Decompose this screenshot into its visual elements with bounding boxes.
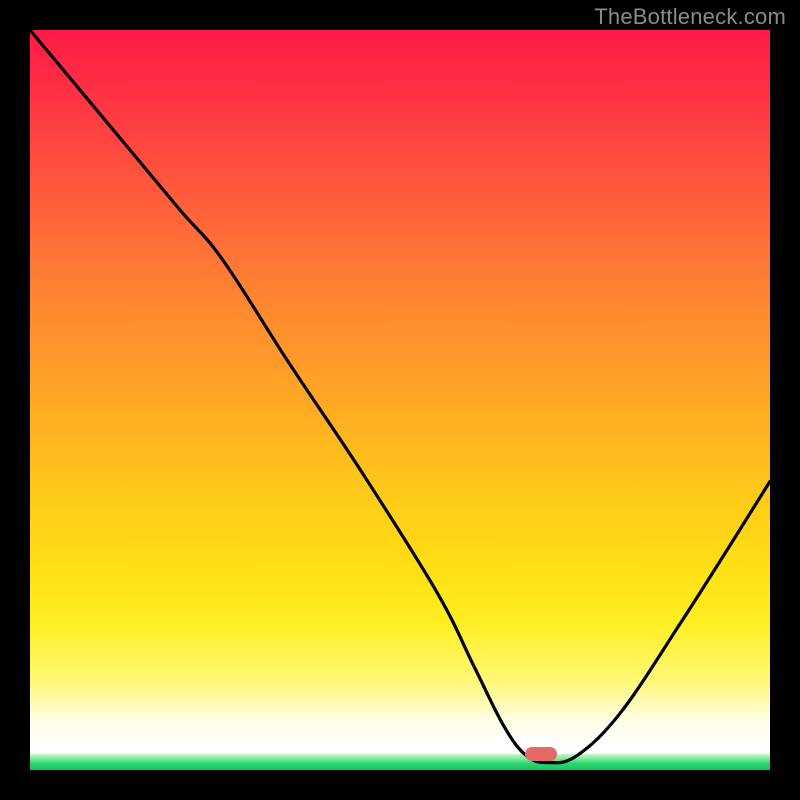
- optimal-point-marker: [525, 747, 557, 761]
- bottleneck-curve: [30, 30, 770, 770]
- chart-frame: TheBottleneck.com: [0, 0, 800, 800]
- plot-area: [30, 30, 770, 770]
- watermark-text: TheBottleneck.com: [594, 4, 786, 30]
